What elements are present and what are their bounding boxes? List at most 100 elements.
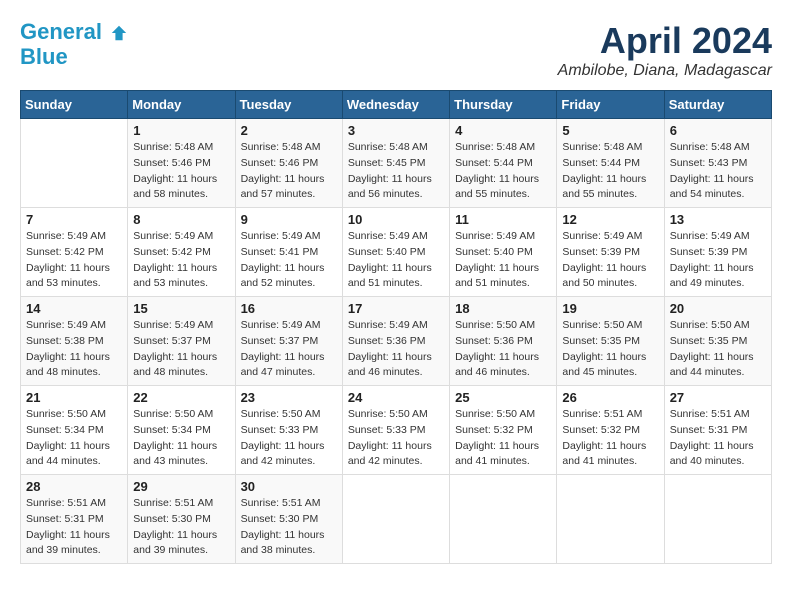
calendar-cell: 18 Sunrise: 5:50 AMSunset: 5:36 PMDaylig…	[450, 297, 557, 386]
title-block: April 2024 Ambilobe, Diana, Madagascar	[558, 20, 772, 80]
calendar-cell: 7 Sunrise: 5:49 AMSunset: 5:42 PMDayligh…	[21, 208, 128, 297]
day-number: 11	[455, 212, 551, 227]
day-number: 17	[348, 301, 444, 316]
day-detail: Sunrise: 5:50 AMSunset: 5:33 PMDaylight:…	[348, 407, 444, 470]
location: Ambilobe, Diana, Madagascar	[558, 62, 772, 80]
logo-line2: Blue	[20, 44, 128, 70]
calendar-cell: 26 Sunrise: 5:51 AMSunset: 5:32 PMDaylig…	[557, 386, 664, 475]
logo-text: General	[20, 20, 128, 44]
day-detail: Sunrise: 5:49 AMSunset: 5:37 PMDaylight:…	[241, 318, 337, 381]
month-title: April 2024	[558, 20, 772, 62]
day-number: 27	[670, 390, 766, 405]
weekday-header-saturday: Saturday	[664, 91, 771, 119]
day-detail: Sunrise: 5:51 AMSunset: 5:31 PMDaylight:…	[670, 407, 766, 470]
day-number: 20	[670, 301, 766, 316]
day-detail: Sunrise: 5:48 AMSunset: 5:46 PMDaylight:…	[241, 140, 337, 203]
calendar-week-5: 28 Sunrise: 5:51 AMSunset: 5:31 PMDaylig…	[21, 475, 772, 564]
calendar-cell: 14 Sunrise: 5:49 AMSunset: 5:38 PMDaylig…	[21, 297, 128, 386]
day-detail: Sunrise: 5:49 AMSunset: 5:38 PMDaylight:…	[26, 318, 122, 381]
calendar-cell: 1 Sunrise: 5:48 AMSunset: 5:46 PMDayligh…	[128, 119, 235, 208]
day-detail: Sunrise: 5:51 AMSunset: 5:31 PMDaylight:…	[26, 496, 122, 559]
calendar-cell: 4 Sunrise: 5:48 AMSunset: 5:44 PMDayligh…	[450, 119, 557, 208]
calendar-cell	[342, 475, 449, 564]
day-number: 26	[562, 390, 658, 405]
day-number: 12	[562, 212, 658, 227]
weekday-header-monday: Monday	[128, 91, 235, 119]
weekday-header-friday: Friday	[557, 91, 664, 119]
logo: General Blue	[20, 20, 128, 70]
day-number: 5	[562, 123, 658, 138]
day-detail: Sunrise: 5:49 AMSunset: 5:37 PMDaylight:…	[133, 318, 229, 381]
day-number: 21	[26, 390, 122, 405]
day-number: 3	[348, 123, 444, 138]
day-detail: Sunrise: 5:48 AMSunset: 5:46 PMDaylight:…	[133, 140, 229, 203]
calendar-cell: 16 Sunrise: 5:49 AMSunset: 5:37 PMDaylig…	[235, 297, 342, 386]
day-detail: Sunrise: 5:48 AMSunset: 5:45 PMDaylight:…	[348, 140, 444, 203]
day-detail: Sunrise: 5:50 AMSunset: 5:35 PMDaylight:…	[562, 318, 658, 381]
weekday-header-thursday: Thursday	[450, 91, 557, 119]
calendar-cell: 30 Sunrise: 5:51 AMSunset: 5:30 PMDaylig…	[235, 475, 342, 564]
day-detail: Sunrise: 5:49 AMSunset: 5:39 PMDaylight:…	[670, 229, 766, 292]
day-number: 16	[241, 301, 337, 316]
day-number: 2	[241, 123, 337, 138]
calendar-cell: 23 Sunrise: 5:50 AMSunset: 5:33 PMDaylig…	[235, 386, 342, 475]
day-number: 13	[670, 212, 766, 227]
weekday-header-tuesday: Tuesday	[235, 91, 342, 119]
calendar-cell: 27 Sunrise: 5:51 AMSunset: 5:31 PMDaylig…	[664, 386, 771, 475]
calendar-week-1: 1 Sunrise: 5:48 AMSunset: 5:46 PMDayligh…	[21, 119, 772, 208]
day-detail: Sunrise: 5:49 AMSunset: 5:36 PMDaylight:…	[348, 318, 444, 381]
day-detail: Sunrise: 5:49 AMSunset: 5:40 PMDaylight:…	[455, 229, 551, 292]
calendar-cell: 8 Sunrise: 5:49 AMSunset: 5:42 PMDayligh…	[128, 208, 235, 297]
day-number: 6	[670, 123, 766, 138]
calendar-cell	[557, 475, 664, 564]
day-detail: Sunrise: 5:50 AMSunset: 5:35 PMDaylight:…	[670, 318, 766, 381]
day-number: 8	[133, 212, 229, 227]
calendar-cell: 2 Sunrise: 5:48 AMSunset: 5:46 PMDayligh…	[235, 119, 342, 208]
calendar-cell: 17 Sunrise: 5:49 AMSunset: 5:36 PMDaylig…	[342, 297, 449, 386]
day-detail: Sunrise: 5:48 AMSunset: 5:44 PMDaylight:…	[455, 140, 551, 203]
calendar-cell: 19 Sunrise: 5:50 AMSunset: 5:35 PMDaylig…	[557, 297, 664, 386]
calendar-week-2: 7 Sunrise: 5:49 AMSunset: 5:42 PMDayligh…	[21, 208, 772, 297]
day-number: 1	[133, 123, 229, 138]
calendar-cell: 20 Sunrise: 5:50 AMSunset: 5:35 PMDaylig…	[664, 297, 771, 386]
calendar-cell: 9 Sunrise: 5:49 AMSunset: 5:41 PMDayligh…	[235, 208, 342, 297]
day-detail: Sunrise: 5:51 AMSunset: 5:30 PMDaylight:…	[241, 496, 337, 559]
logo-icon	[110, 24, 128, 42]
day-detail: Sunrise: 5:49 AMSunset: 5:39 PMDaylight:…	[562, 229, 658, 292]
calendar-cell: 10 Sunrise: 5:49 AMSunset: 5:40 PMDaylig…	[342, 208, 449, 297]
day-number: 18	[455, 301, 551, 316]
day-number: 25	[455, 390, 551, 405]
calendar-cell: 24 Sunrise: 5:50 AMSunset: 5:33 PMDaylig…	[342, 386, 449, 475]
day-number: 10	[348, 212, 444, 227]
calendar-cell: 12 Sunrise: 5:49 AMSunset: 5:39 PMDaylig…	[557, 208, 664, 297]
day-number: 19	[562, 301, 658, 316]
calendar-week-3: 14 Sunrise: 5:49 AMSunset: 5:38 PMDaylig…	[21, 297, 772, 386]
calendar-cell: 21 Sunrise: 5:50 AMSunset: 5:34 PMDaylig…	[21, 386, 128, 475]
day-number: 23	[241, 390, 337, 405]
day-detail: Sunrise: 5:49 AMSunset: 5:40 PMDaylight:…	[348, 229, 444, 292]
day-detail: Sunrise: 5:48 AMSunset: 5:43 PMDaylight:…	[670, 140, 766, 203]
calendar-cell	[664, 475, 771, 564]
weekday-header-sunday: Sunday	[21, 91, 128, 119]
day-detail: Sunrise: 5:50 AMSunset: 5:34 PMDaylight:…	[133, 407, 229, 470]
day-detail: Sunrise: 5:50 AMSunset: 5:33 PMDaylight:…	[241, 407, 337, 470]
calendar-cell: 5 Sunrise: 5:48 AMSunset: 5:44 PMDayligh…	[557, 119, 664, 208]
day-number: 4	[455, 123, 551, 138]
day-detail: Sunrise: 5:50 AMSunset: 5:32 PMDaylight:…	[455, 407, 551, 470]
calendar-cell: 13 Sunrise: 5:49 AMSunset: 5:39 PMDaylig…	[664, 208, 771, 297]
day-number: 9	[241, 212, 337, 227]
day-detail: Sunrise: 5:49 AMSunset: 5:42 PMDaylight:…	[26, 229, 122, 292]
day-detail: Sunrise: 5:51 AMSunset: 5:32 PMDaylight:…	[562, 407, 658, 470]
page-header: General Blue April 2024 Ambilobe, Diana,…	[20, 20, 772, 80]
weekday-header-wednesday: Wednesday	[342, 91, 449, 119]
day-number: 22	[133, 390, 229, 405]
calendar-cell	[450, 475, 557, 564]
calendar-cell: 29 Sunrise: 5:51 AMSunset: 5:30 PMDaylig…	[128, 475, 235, 564]
calendar-table: SundayMondayTuesdayWednesdayThursdayFrid…	[20, 90, 772, 564]
calendar-cell: 28 Sunrise: 5:51 AMSunset: 5:31 PMDaylig…	[21, 475, 128, 564]
day-detail: Sunrise: 5:51 AMSunset: 5:30 PMDaylight:…	[133, 496, 229, 559]
day-number: 28	[26, 479, 122, 494]
calendar-cell: 15 Sunrise: 5:49 AMSunset: 5:37 PMDaylig…	[128, 297, 235, 386]
calendar-cell	[21, 119, 128, 208]
day-number: 29	[133, 479, 229, 494]
